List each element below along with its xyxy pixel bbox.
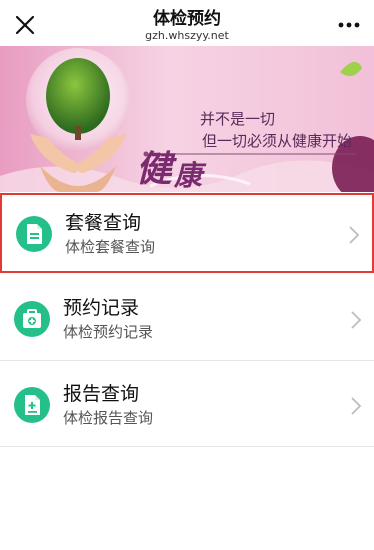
menu-item-title: 报告查询: [63, 383, 140, 405]
more-dots-icon: [338, 22, 360, 28]
chevron-right-icon: [351, 311, 362, 329]
slogan-character-kang: 康: [174, 159, 203, 192]
menu-item-report-query[interactable]: 报告查询 体检报告查询: [0, 366, 374, 447]
menu-item-description: 体检套餐查询: [65, 238, 156, 256]
page-domain: gzh.whszyy.net: [145, 29, 229, 42]
slogan-character-jian: 健: [136, 148, 173, 190]
medical-kit-icon: [14, 301, 50, 337]
menu-item-booking-records[interactable]: 预约记录 体检预约记录: [0, 280, 374, 361]
menu-item-title: 套餐查询: [65, 212, 142, 234]
navigation-bar: 体检预约 gzh.whszyy.net: [0, 0, 374, 46]
health-banner: 健 康 并不是一切 但一切必须从健康开始: [0, 46, 374, 192]
menu-item-package-query[interactable]: 套餐查询 体检套餐查询: [0, 193, 374, 273]
menu-item-description: 体检预约记录: [63, 323, 154, 341]
page-title: 体检预约: [153, 9, 221, 29]
slogan-line-2: 但一切必须从健康开始: [202, 132, 353, 150]
slogan-line-1: 并不是一切: [200, 110, 276, 128]
menu-item-title: 预约记录: [63, 297, 140, 319]
chevron-right-icon: [349, 226, 360, 244]
chevron-right-icon: [351, 397, 362, 415]
document-icon: [16, 216, 52, 252]
menu-item-description: 体检报告查询: [63, 409, 154, 427]
report-plus-icon: [14, 387, 50, 423]
more-button[interactable]: [332, 12, 366, 38]
